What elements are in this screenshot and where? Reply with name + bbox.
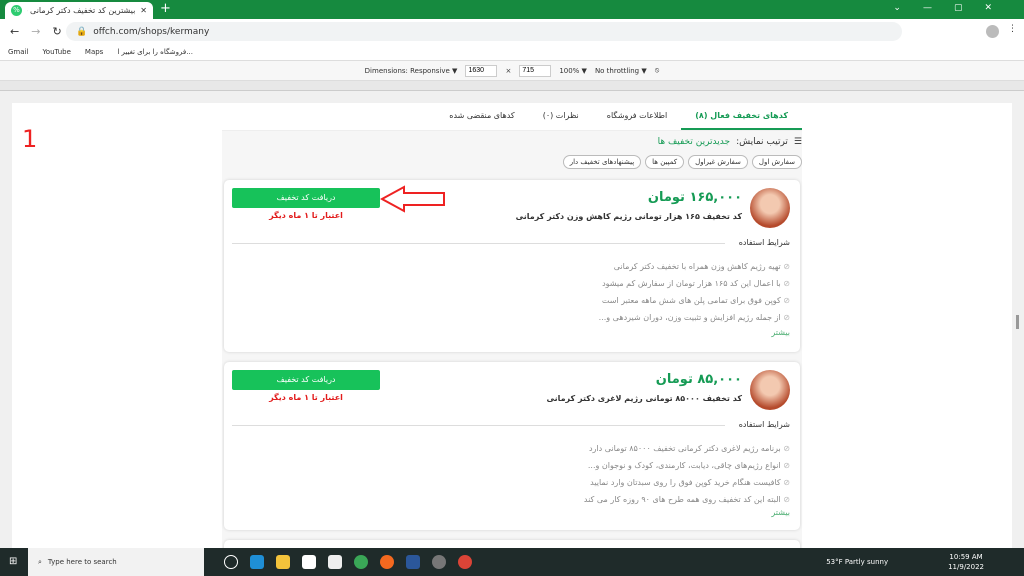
more-link[interactable]: بیشتر [771, 508, 790, 517]
tab-reviews[interactable]: نظرات (۰) [529, 103, 593, 130]
resize-handle[interactable] [1016, 315, 1019, 329]
back-icon[interactable]: ← [10, 25, 19, 38]
clock[interactable]: 10:59 AM 11/9/2022 [948, 552, 984, 572]
condition-item: برنامه رژیم لاغری دکتر کرمانی تخفیف ۸۵۰۰… [584, 440, 790, 457]
times-sign: × [505, 66, 512, 75]
annotation-number: 1 [22, 125, 38, 153]
conditions-label: شرایط استفاده [738, 420, 790, 429]
rotate-icon[interactable]: ⦸ [655, 66, 660, 75]
taskview-icon[interactable] [224, 555, 238, 569]
firefox-icon[interactable] [380, 555, 394, 569]
word-icon[interactable] [406, 555, 420, 569]
bookmark-maps[interactable]: Maps [85, 48, 103, 56]
red-arrow-annotation [380, 185, 445, 213]
address-bar-row: ← → ↻ 🔒 offch.com/shops/kermany ⋮ [0, 19, 1024, 44]
sort-value[interactable]: جدیدترین تخفیف ها [658, 137, 730, 147]
chip-first-order[interactable]: سفارش اول [751, 155, 802, 169]
conditions-list: برنامه رژیم لاغری دکتر کرمانی تخفیف ۸۵۰۰… [584, 440, 790, 508]
search-icon: ⌕ [38, 557, 42, 566]
url-input[interactable]: 🔒 offch.com/shops/kermany [66, 22, 902, 41]
coupon-price: ۸۵,۰۰۰ تومان [655, 372, 742, 387]
store-icon[interactable] [302, 555, 316, 569]
window-controls[interactable]: ⌄—▢✕ [893, 3, 1014, 13]
width-input[interactable] [465, 64, 498, 77]
get-code-button[interactable]: دریافت کد تخفیف [232, 370, 380, 390]
explorer-icon[interactable] [276, 555, 290, 569]
dimensions-select[interactable]: Dimensions: Responsive ▼ [365, 67, 458, 75]
condition-item: کوپن فوق برای تمامی پلن های شش ماهه معتب… [599, 292, 790, 309]
menu-icon[interactable]: ⋮ [1008, 24, 1017, 34]
condition-item: البته این کد تخفیف روی همه طرح های ۹۰ رو… [584, 491, 790, 508]
condition-item: از جمله رژیم افزایش و تثبیت وزن، دوران ش… [599, 309, 790, 326]
edge-icon[interactable] [250, 555, 264, 569]
tab-active-codes[interactable]: کدهای تخفیف فعال (۸) [681, 103, 802, 130]
filter-chips: سفارش اول سفارش غیراول کمپین ها پیشنهاده… [562, 155, 802, 169]
conditions-label: شرایط استفاده [738, 238, 790, 247]
chip-campaigns[interactable]: کمپین ها [645, 155, 685, 169]
url-text: offch.com/shops/kermany [93, 26, 210, 37]
close-tab-icon[interactable]: ✕ [140, 6, 147, 15]
windows-taskbar: ⊞ ⌕ Type here to search 53°F Partly sunny… [0, 548, 1024, 576]
mail-icon[interactable] [328, 555, 342, 569]
chrome-icon[interactable] [354, 555, 368, 569]
tab-title: بیشترین کد تخفیف دکتر کرمانی - many [27, 6, 136, 15]
search-placeholder: Type here to search [47, 558, 117, 566]
bookmark-youtube[interactable]: YouTube [42, 48, 70, 56]
tab-shop-info[interactable]: اطلاعات فروشگاه [593, 103, 682, 130]
profile-avatar[interactable] [986, 25, 999, 38]
browser-tab-strip: % بیشترین کد تخفیف دکتر کرمانی - many ✕ … [0, 0, 1024, 19]
condition-item: کافیست هنگام خرید کوپن فوق را روی سبدتان… [584, 474, 790, 491]
condition-item: انواع رژیم‌های چاقی، دیابت، کارمندی، کود… [584, 457, 790, 474]
zoom-select[interactable]: 100% ▼ [559, 67, 587, 75]
coupon-title: کد تخفیف ۸۵۰۰۰ تومانی رژیم لاغری دکتر کر… [546, 394, 743, 403]
divider [232, 243, 725, 244]
bookmark-shop[interactable]: فروشگاه را برای تغییر ا... [117, 48, 193, 56]
time: 10:59 AM [949, 553, 983, 561]
weather[interactable]: 53°F Partly sunny [826, 558, 888, 566]
new-tab-button[interactable]: + [160, 1, 171, 16]
bookmark-gmail[interactable]: Gmail [8, 48, 28, 56]
coupon-card: ۸۵,۰۰۰ تومان کد تخفیف ۸۵۰۰۰ تومانی رژیم … [224, 362, 800, 530]
condition-item: با اعمال این کد ۱۶۵ هزار تومان از سفارش … [599, 275, 790, 292]
avatar [750, 370, 790, 410]
tab-expired-codes[interactable]: کدهای منقضی شده [435, 103, 528, 130]
sort-label: ترتیب نمایش: [736, 137, 788, 147]
start-icon[interactable]: ⊞ [9, 556, 17, 567]
browser-tab[interactable]: % بیشترین کد تخفیف دکتر کرمانی - many ✕ [5, 2, 153, 19]
chip-non-first-order[interactable]: سفارش غیراول [688, 155, 748, 169]
throttle-select[interactable]: No throttling ▼ [595, 67, 647, 75]
coupon-price: ۱۶۵,۰۰۰ تومان [647, 190, 742, 205]
forward-icon[interactable]: → [31, 25, 40, 38]
avatar [750, 188, 790, 228]
devtools-device-toolbar: Dimensions: Responsive ▼ × 100% ▼ No thr… [0, 61, 1024, 81]
conditions-list: تهیه رژیم کاهش وزن همراه با تخفیف دکتر ک… [599, 258, 790, 326]
coupon-card: ۱۶۵,۰۰۰ تومان کد تخفیف ۱۶۵ هزار تومانی ر… [224, 180, 800, 352]
reload-icon[interactable]: ↻ [52, 25, 61, 38]
taskbar-search[interactable]: ⌕ Type here to search [28, 548, 204, 576]
sort-row[interactable]: ☰ ترتیب نمایش: جدیدترین تخفیف ها [658, 137, 802, 147]
filter-icon: ☰ [793, 137, 802, 147]
validity-text: اعتبار تا ۱ ماه دیگر [269, 211, 343, 220]
media-query-ruler [0, 81, 1024, 91]
validity-text: اعتبار تا ۱ ماه دیگر [269, 393, 343, 402]
more-link[interactable]: بیشتر [771, 328, 790, 337]
height-input[interactable] [519, 64, 552, 77]
condition-item: تهیه رژیم کاهش وزن همراه با تخفیف دکتر ک… [599, 258, 790, 275]
divider [232, 425, 725, 426]
site-favicon: % [11, 5, 22, 16]
get-code-button[interactable]: دریافت کد تخفیف [232, 188, 380, 208]
shop-tabs: کدهای تخفیف فعال (۸) اطلاعات فروشگاه نظر… [222, 103, 802, 131]
chip-discount-offers[interactable]: پیشنهادهای تخفیف دار [562, 155, 642, 169]
lock-icon: 🔒 [76, 26, 88, 37]
bookmarks-bar: Gmail YouTube Maps فروشگاه را برای تغییر… [0, 44, 1024, 61]
coupon-title: کد تخفیف ۱۶۵ هزار تومانی رژیم کاهش وزن د… [515, 212, 742, 221]
chrome-icon[interactable] [458, 555, 472, 569]
p-app-icon[interactable] [432, 555, 446, 569]
date: 11/9/2022 [948, 563, 984, 571]
